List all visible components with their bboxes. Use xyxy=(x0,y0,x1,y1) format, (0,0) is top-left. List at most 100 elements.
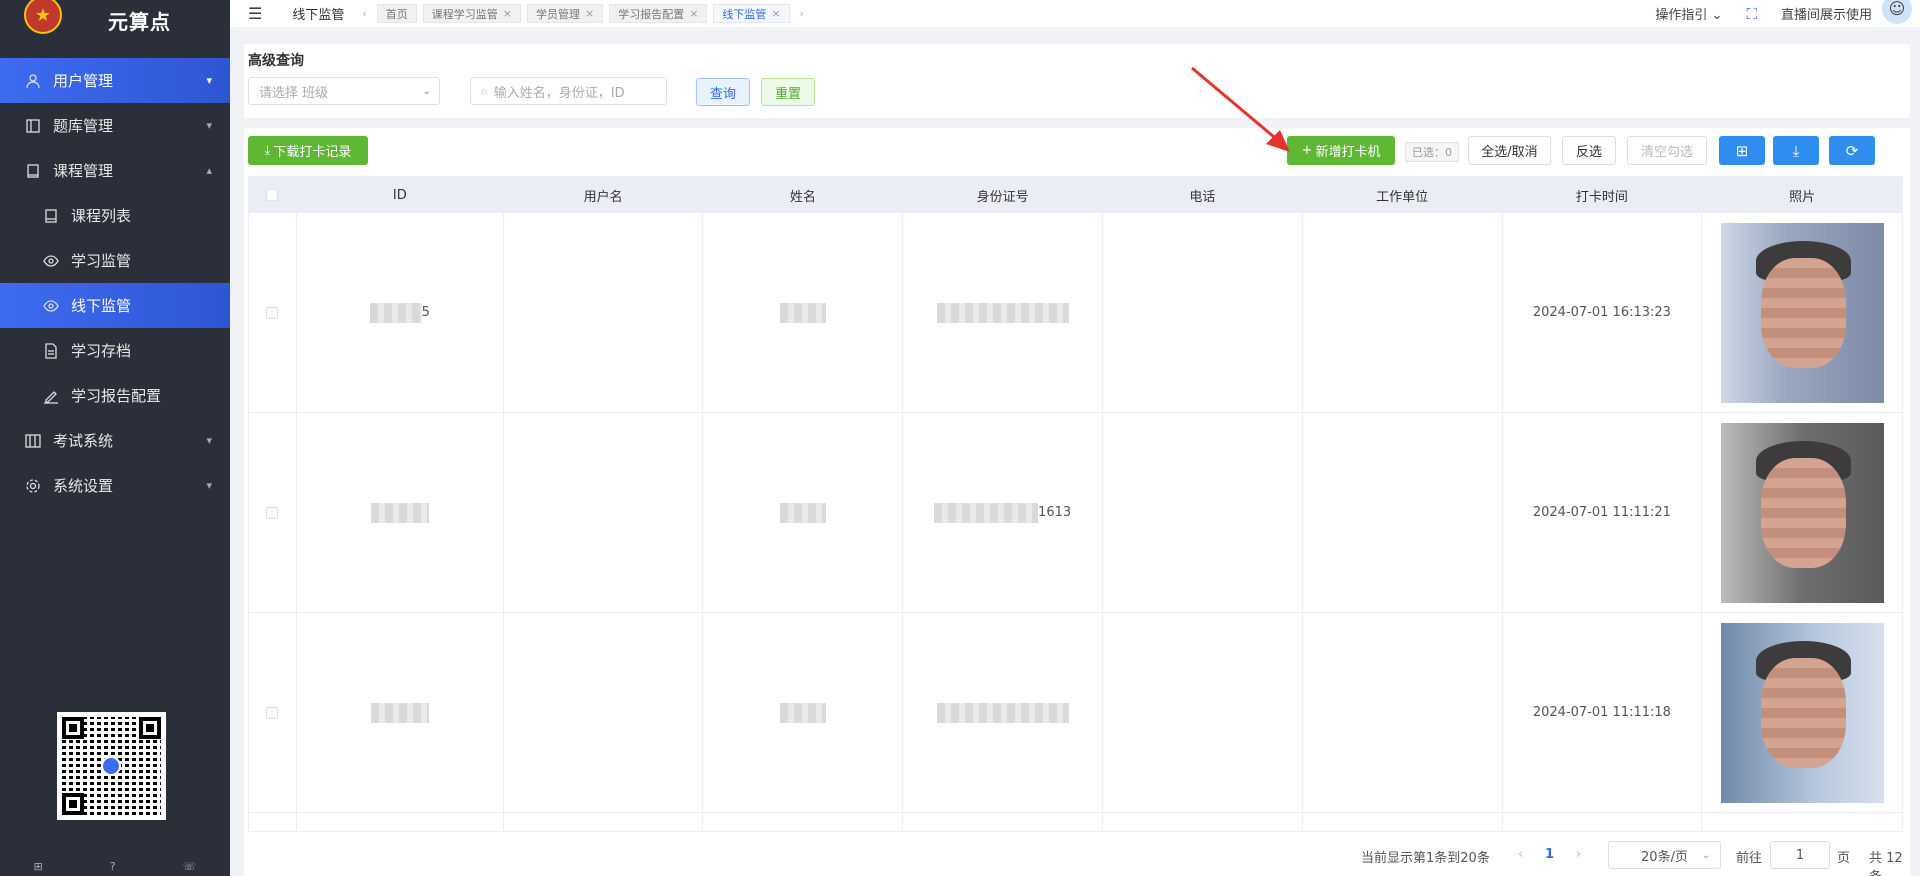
refresh-button[interactable]: ⟳ xyxy=(1829,136,1875,165)
grid-view-button[interactable]: ⊞ xyxy=(1719,136,1765,165)
user-icon xyxy=(22,73,44,89)
table-row[interactable]: 1613 2024-07-01 11:11:21 xyxy=(249,413,1902,613)
close-icon[interactable]: × xyxy=(771,7,780,20)
tab-bar: 首页 课程学习监管 × 学员管理 × 学习报告配置 × 线下监管 × xyxy=(376,4,796,23)
idcard-suffix: 1613 xyxy=(1038,505,1072,520)
tab-report-config[interactable]: 学习报告配置 × xyxy=(609,4,708,23)
photo-cell xyxy=(1702,613,1902,812)
sidebar-item-question-bank[interactable]: 题库管理 ▾ xyxy=(0,103,230,148)
phone-icon[interactable]: ☏ xyxy=(183,860,197,876)
sidebar-item-course-management[interactable]: 课程管理 ▴ xyxy=(0,148,230,193)
phone-cell xyxy=(1103,613,1303,812)
export-button[interactable]: ⤓ xyxy=(1773,136,1819,165)
select-all-button[interactable]: 全选/取消 xyxy=(1468,136,1551,165)
goto-label: 前往 xyxy=(1736,851,1763,866)
add-clock-machine-label: 新增打卡机 xyxy=(1315,145,1381,160)
exam-icon xyxy=(22,433,44,449)
work-unit-cell xyxy=(1303,213,1503,412)
sidebar-item-offline-supervision[interactable]: 线下监管 xyxy=(0,283,230,328)
tab-label: 线下监管 xyxy=(722,7,767,21)
import-icon[interactable]: ⊞ xyxy=(34,860,43,876)
fullscreen-icon[interactable]: ⛶ xyxy=(1746,5,1757,23)
clear-selection-button[interactable]: 清空勾选 xyxy=(1627,136,1707,165)
main-panel: ⤓ 下载打卡记录 + 新增打卡机 已选：0 全选/取消 反选 清空勾选 ⊞ ⤓ … xyxy=(244,128,1910,876)
chevron-down-icon: ▾ xyxy=(206,119,212,132)
close-icon[interactable]: × xyxy=(585,7,594,20)
sidebar-item-course-list[interactable]: 课程列表 xyxy=(0,193,230,238)
pen-icon xyxy=(40,388,62,404)
download-records-label: 下载打卡记录 xyxy=(273,145,352,160)
download-records-button[interactable]: ⤓ 下载打卡记录 xyxy=(248,136,368,165)
live-room-label[interactable]: 直播间展示使用 xyxy=(1781,4,1872,23)
goto-page-input[interactable]: 1 xyxy=(1770,841,1830,869)
name-cell xyxy=(703,413,904,612)
search-input[interactable]: ⌕ 输入姓名，身份证，ID xyxy=(470,77,667,105)
prev-page-icon[interactable]: ‹ xyxy=(1518,847,1523,862)
sidebar-item-learning-archive[interactable]: 学习存档 xyxy=(0,328,230,373)
tab-label: 学员管理 xyxy=(535,7,580,21)
row-checkbox-cell xyxy=(249,613,297,812)
tab-offline-supervision[interactable]: 线下监管 × xyxy=(713,4,790,23)
header-name: 姓名 xyxy=(703,177,904,213)
chevron-down-icon: ⌄ xyxy=(422,85,431,97)
sidebar-item-label: 学习存档 xyxy=(71,342,132,360)
next-page-icon[interactable]: › xyxy=(1576,847,1581,862)
sidebar-item-exam-system[interactable]: 考试系统 ▾ xyxy=(0,418,230,463)
tab-student-management[interactable]: 学员管理 × xyxy=(526,4,604,23)
close-icon[interactable]: × xyxy=(689,7,698,20)
header-work-unit: 工作单位 xyxy=(1303,177,1503,213)
tab-home[interactable]: 首页 xyxy=(376,4,417,23)
select-all-checkbox[interactable] xyxy=(266,189,279,201)
tab-course-supervision[interactable]: 课程学习监管 × xyxy=(422,4,521,23)
redacted-id xyxy=(370,702,429,723)
row-checkbox[interactable] xyxy=(266,306,279,319)
current-page[interactable]: 1 xyxy=(1545,847,1554,862)
tabs-prev-icon[interactable]: ‹ xyxy=(362,7,366,20)
reset-button[interactable]: 重置 xyxy=(761,78,815,106)
clock-time-cell: 2024-07-01 16:13:23 xyxy=(1503,213,1703,412)
tab-label: 课程学习监管 xyxy=(431,7,498,21)
sidebar-item-report-config[interactable]: 学习报告配置 xyxy=(0,373,230,418)
redacted-id xyxy=(370,502,429,523)
clock-time-cell: 2024-07-01 11:11:21 xyxy=(1503,413,1703,612)
clock-in-photo[interactable] xyxy=(1720,422,1884,603)
username-cell xyxy=(504,213,704,412)
avatar[interactable]: ☺ xyxy=(1882,0,1912,24)
query-button[interactable]: 查询 xyxy=(696,78,750,106)
sidebar-item-learning-supervision[interactable]: 学习监管 xyxy=(0,238,230,283)
query-title: 高级查询 xyxy=(248,53,304,69)
sidebar-item-users[interactable]: 用户管理 ▾ xyxy=(0,58,230,103)
class-select[interactable]: 请选择 班级 ⌄ xyxy=(248,77,440,105)
tabs-next-icon[interactable]: › xyxy=(800,7,804,20)
add-clock-machine-button[interactable]: + 新增打卡机 xyxy=(1287,136,1395,165)
sidebar-item-label: 系统设置 xyxy=(53,477,114,495)
idcard-cell: 1613 xyxy=(903,413,1103,612)
table-row[interactable]: 5 2024-07-01 16:13:23 xyxy=(249,213,1902,413)
sidebar-menu: 用户管理 ▾ 题库管理 ▾ 课程管理 ▴ 课程列表 学习监管 线下监管 学习存档… xyxy=(0,58,230,508)
sidebar-item-label: 线下监管 xyxy=(71,297,132,315)
sidebar-item-label: 考试系统 xyxy=(53,432,114,450)
sidebar-item-system-settings[interactable]: 系统设置 ▾ xyxy=(0,463,230,508)
sidebar-item-label: 学习监管 xyxy=(71,252,132,270)
page-size-select[interactable]: 20条/页 ⌄ xyxy=(1608,841,1721,869)
clock-in-photo[interactable] xyxy=(1720,622,1884,803)
table-row[interactable]: 2024-07-01 11:11:18 xyxy=(249,613,1902,813)
invert-selection-button[interactable]: 反选 xyxy=(1562,136,1616,165)
clock-in-photo[interactable] xyxy=(1720,222,1884,403)
name-cell xyxy=(703,813,904,831)
close-icon[interactable]: × xyxy=(503,7,512,20)
row-checkbox[interactable] xyxy=(266,706,279,719)
table-row[interactable] xyxy=(249,813,1902,831)
pagination: 当前显示第1条到20条 ‹ 1 › 20条/页 ⌄ 前往 1 页 共 12 条 xyxy=(244,840,1910,876)
help-icon[interactable]: ? xyxy=(110,860,116,876)
row-checkbox[interactable] xyxy=(266,506,279,519)
guide-dropdown[interactable]: 操作指引 ⌄ xyxy=(1655,4,1722,23)
advanced-query-panel: 高级查询 请选择 班级 ⌄ ⌕ 输入姓名，身份证，ID 查询 重置 xyxy=(244,44,1910,118)
search-icon: ⌕ xyxy=(481,83,488,98)
chevron-down-icon: ▾ xyxy=(206,74,212,87)
menu-toggle-icon[interactable]: ☰ xyxy=(248,4,262,23)
work-unit-cell xyxy=(1303,613,1503,812)
sidebar-footer: ⊞ ? ☏ xyxy=(0,860,230,876)
page-unit-label: 页 xyxy=(1837,851,1851,866)
sidebar-item-label: 课程管理 xyxy=(53,162,114,180)
